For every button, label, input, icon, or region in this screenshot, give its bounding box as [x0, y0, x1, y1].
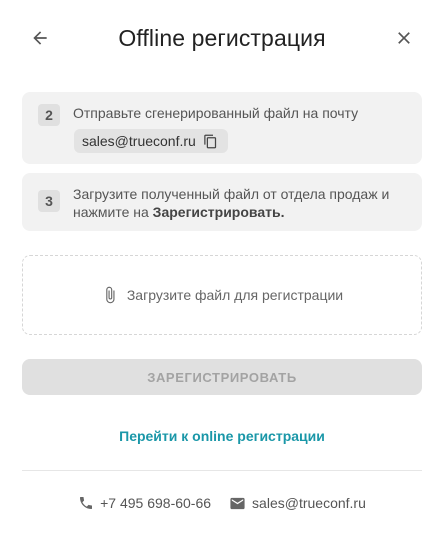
- close-button[interactable]: [388, 22, 420, 54]
- online-registration-link[interactable]: Перейти к online регистрации: [0, 428, 444, 444]
- close-icon: [398, 32, 410, 44]
- arrow-left-icon: [33, 31, 47, 45]
- footer-contacts: +7 495 698-60-66 sales@trueconf.ru: [0, 493, 444, 513]
- step-number: 3: [38, 190, 60, 212]
- email-contact[interactable]: sales@trueconf.ru: [229, 495, 366, 512]
- back-button[interactable]: [24, 22, 56, 54]
- paperclip-icon: [106, 286, 115, 304]
- step-text: Загрузите полученный файл от отдела прод…: [73, 185, 408, 221]
- phone-contact[interactable]: +7 495 698-60-66: [78, 495, 211, 511]
- phone-icon: [80, 497, 93, 509]
- email-copy-chip[interactable]: sales@trueconf.ru: [74, 129, 228, 153]
- step-upload-received: 3 Загрузите полученный файл от отдела пр…: [22, 173, 422, 231]
- upload-label: Загрузите файл для регистрации: [126, 287, 344, 303]
- file-upload-dropzone[interactable]: Загрузите файл для регистрации: [22, 255, 422, 335]
- step-number: 2: [38, 104, 60, 126]
- dialog-header: Offline регистрация: [0, 0, 444, 76]
- mail-icon: [230, 497, 245, 509]
- register-button[interactable]: ЗАРЕГИСТРИРОВАТЬ: [22, 359, 422, 395]
- copy-icon[interactable]: [203, 134, 218, 149]
- email-text: sales@trueconf.ru: [82, 133, 196, 149]
- footer-email: sales@trueconf.ru: [252, 495, 366, 511]
- step-text: Отправьте сгенерированный файл на почту: [73, 105, 359, 121]
- step-text-bold: Зарегистрировать.: [152, 204, 285, 220]
- dialog-title: Offline регистрация: [118, 25, 326, 51]
- phone-number: +7 495 698-60-66: [100, 495, 212, 511]
- step-send-file: 2 Отправьте сгенерированный файл на почт…: [22, 92, 422, 164]
- divider: [22, 470, 422, 471]
